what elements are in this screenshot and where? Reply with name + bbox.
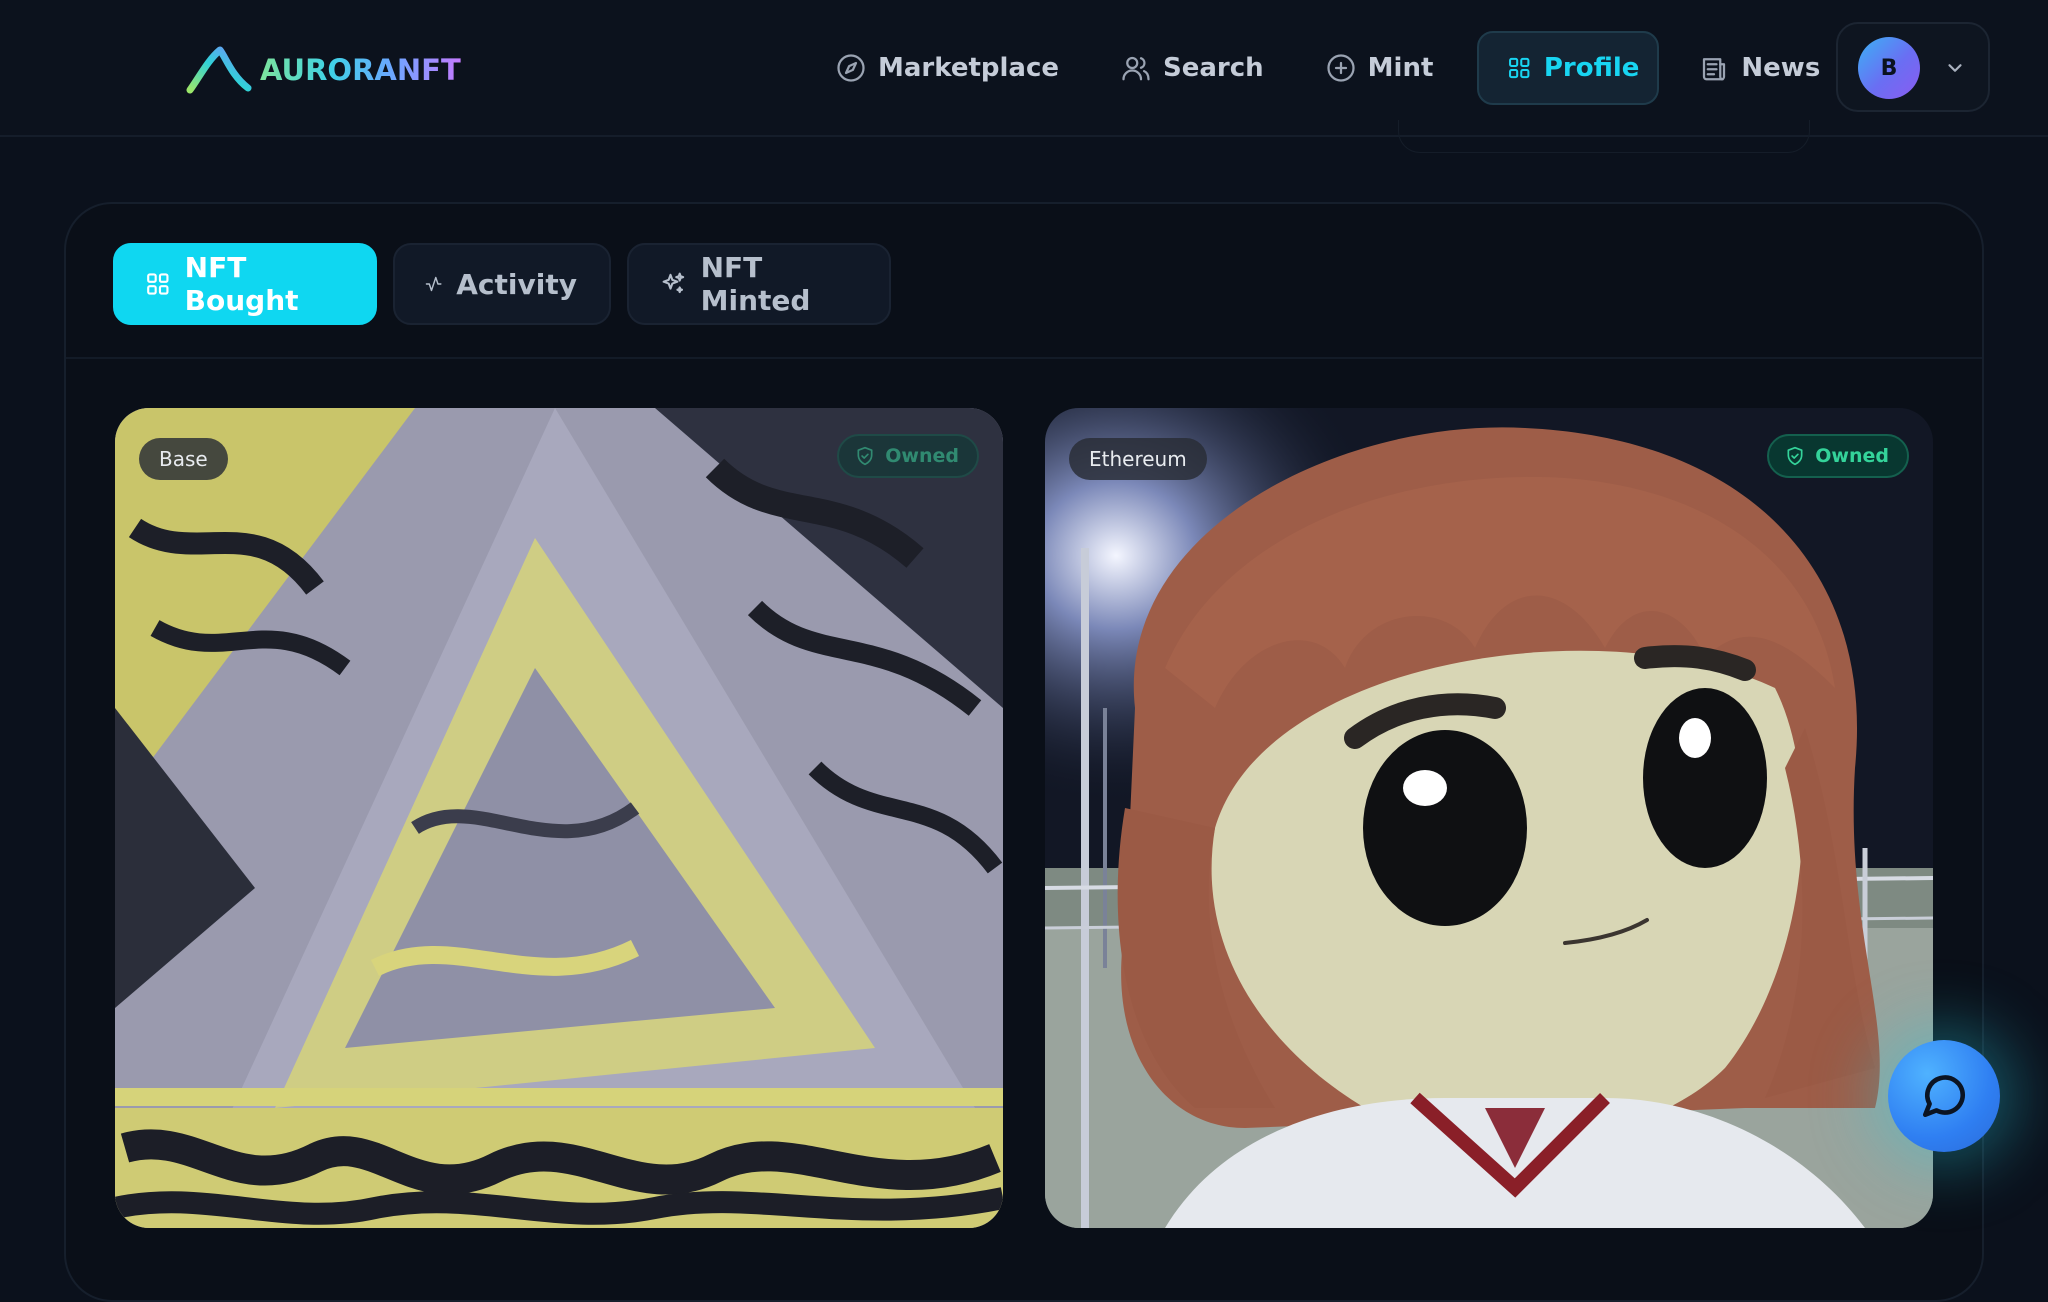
profile-tabs: NFT Bought Activity NFT Minted: [113, 243, 891, 325]
nav-search-label: Search: [1163, 53, 1264, 83]
nft-artwork-image: [115, 408, 1003, 1228]
nav-profile[interactable]: Profile: [1477, 31, 1660, 105]
chain-badge: Base: [139, 438, 228, 480]
nav-marketplace[interactable]: Marketplace: [818, 31, 1077, 105]
nav-marketplace-label: Marketplace: [878, 53, 1060, 83]
nav-search[interactable]: Search: [1103, 31, 1282, 105]
tab-nft-bought[interactable]: NFT Bought: [113, 243, 377, 325]
avatar[interactable]: B: [1858, 37, 1920, 99]
nft-artwork-image: [1045, 408, 1933, 1228]
top-navigation-bar: AURORANFT Marketplace Search Mint Profil…: [0, 0, 2048, 137]
chat-bubble-icon: [1922, 1075, 1966, 1118]
activity-icon: [425, 276, 442, 292]
users-icon: [1122, 56, 1150, 81]
compass-icon: [837, 54, 865, 82]
shield-check-icon: [857, 446, 873, 466]
chevron-down-icon[interactable]: [1944, 57, 1966, 79]
tab-nft-bought-label: NFT Bought: [184, 251, 299, 317]
newspaper-icon: [1703, 58, 1726, 81]
owned-label: Owned: [885, 445, 959, 467]
owned-badge: Owned: [1767, 434, 1909, 478]
nav-profile-label: Profile: [1543, 53, 1640, 83]
tab-nft-minted-label: NFT Minted: [700, 251, 811, 317]
tab-activity[interactable]: Activity: [393, 243, 611, 325]
shield-check-icon: [1787, 446, 1803, 466]
brand-logo[interactable]: AURORANFT: [186, 46, 461, 94]
tab-activity-label: Activity: [456, 267, 577, 301]
nav-mint[interactable]: Mint: [1308, 31, 1452, 105]
main-nav: Marketplace Search Mint Profile News: [818, 31, 1838, 105]
aurora-logo-icon: [186, 46, 252, 94]
nav-news[interactable]: News: [1681, 31, 1838, 105]
nav-mint-label: Mint: [1367, 53, 1434, 83]
tabs-divider: [66, 357, 1982, 359]
chat-button[interactable]: [1888, 1040, 2000, 1152]
grid-icon: [147, 273, 169, 295]
owned-badge: Owned: [837, 434, 979, 478]
account-menu[interactable]: B: [1836, 22, 1990, 112]
tab-nft-minted[interactable]: NFT Minted: [627, 243, 891, 325]
sparkles-icon: [662, 272, 685, 294]
nav-news-label: News: [1741, 53, 1821, 83]
owned-label: Owned: [1815, 445, 1889, 467]
nft-card[interactable]: Base Owned: [115, 408, 1003, 1228]
grid-icon: [1509, 57, 1530, 79]
dropdown-shadow: [1398, 120, 1810, 153]
brand-name: AURORANFT: [260, 53, 461, 87]
chain-badge: Ethereum: [1069, 438, 1207, 480]
plus-circle-icon: [1327, 54, 1355, 82]
nft-card[interactable]: Ethereum Owned: [1045, 408, 1933, 1228]
